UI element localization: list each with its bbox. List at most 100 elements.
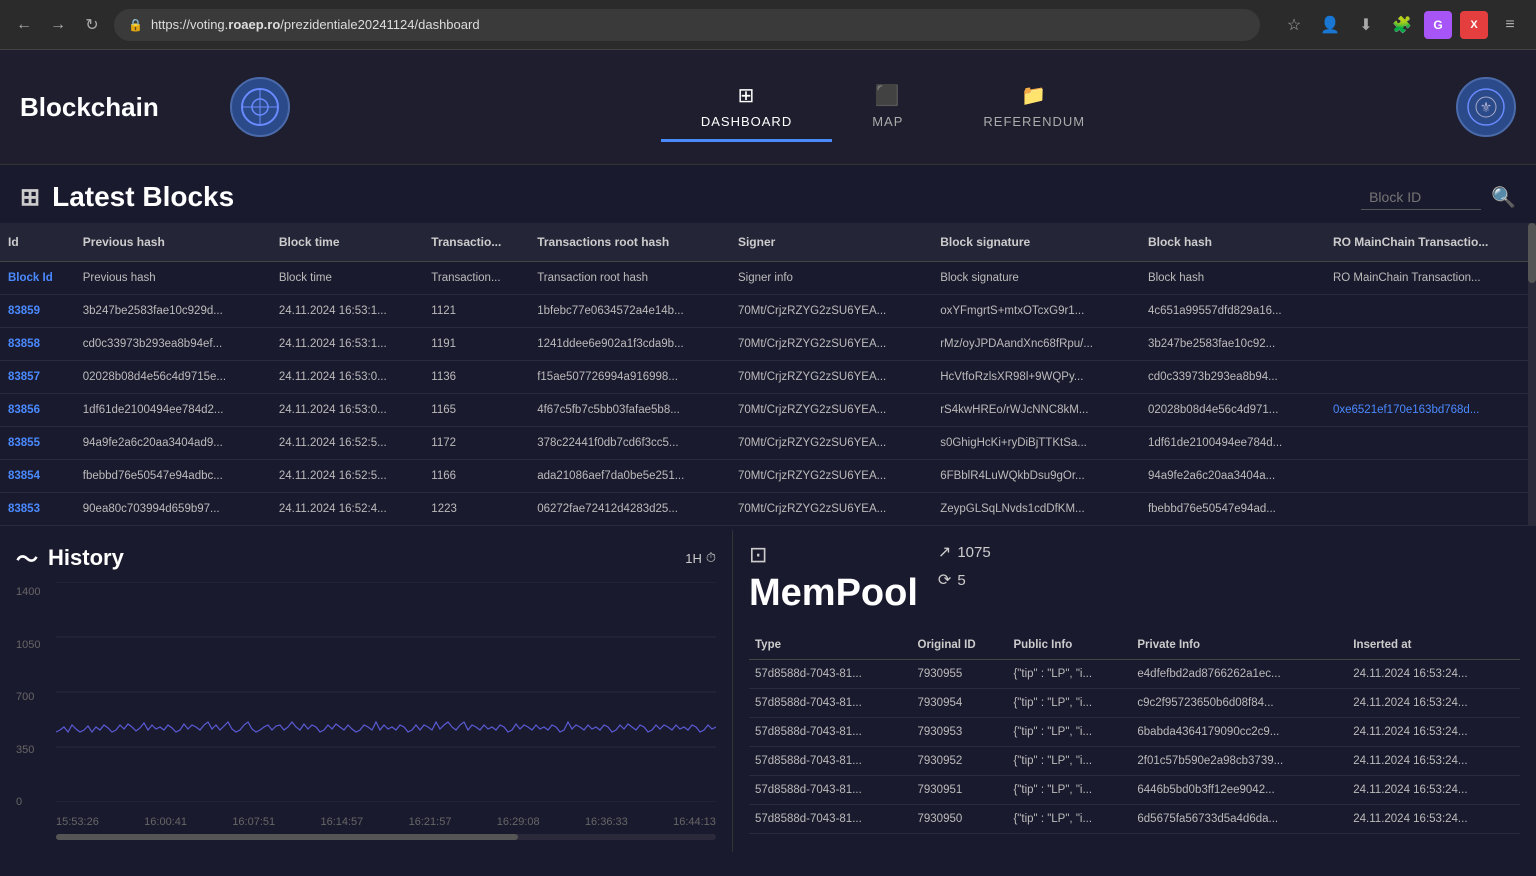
mp-cell-type: 57d8588d-7043-81... [749, 660, 912, 689]
tab-dashboard[interactable]: ⊞ DASHBOARD [661, 73, 832, 142]
x-label-0: 15:53:26 [56, 816, 99, 828]
cell-block-hash: 02028b08d4e56c4d971... [1140, 394, 1325, 427]
mempool-table-head: Type Original ID Public Info Private Inf… [749, 631, 1520, 660]
scrollbar-bottom[interactable] [56, 834, 716, 840]
profile-button[interactable]: 👤 [1316, 11, 1344, 39]
dim-cell: Block signature [932, 262, 1140, 295]
cell-signer: 70Mt/CrjzRZYG2zSU6YEA... [730, 361, 932, 394]
cell-prev-hash: 3b247be2583fae10c929d... [75, 295, 271, 328]
mp-cell-public-info: {"tip" : "LP", "i... [1007, 718, 1131, 747]
y-axis-labels: 1400 1050 700 350 0 [16, 582, 40, 812]
table-row[interactable]: 83853 90ea80c703994d659b97... 24.11.2024… [0, 493, 1536, 526]
cell-tx-root-hash: 4f67c5fb7c5bb03fafae5b8... [529, 394, 730, 427]
table-row[interactable]: 83855 94a9fe2a6c20aa3404ad9... 24.11.202… [0, 427, 1536, 460]
list-item[interactable]: 57d8588d-7043-81... 7930952 {"tip" : "LP… [749, 747, 1520, 776]
mp-col-inserted-at: Inserted at [1347, 631, 1520, 660]
cell-mainchain [1325, 361, 1536, 394]
y-label-350: 350 [16, 744, 40, 756]
main-content: ⊞ Latest Blocks 🔍 Id Previous hash Block… [0, 165, 1536, 852]
extensions-button[interactable]: 🧩 [1388, 11, 1416, 39]
cell-id: 83859 [0, 295, 75, 328]
reload-button[interactable]: ↻ [80, 13, 104, 37]
col-block-hash: Block hash [1140, 223, 1325, 262]
mempool-table-body: 57d8588d-7043-81... 7930955 {"tip" : "LP… [749, 660, 1520, 834]
x-label-7: 16:44:13 [673, 816, 716, 828]
cell-prev-hash: cd0c33973b293ea8b94ef... [75, 328, 271, 361]
list-item[interactable]: 57d8588d-7043-81... 7930954 {"tip" : "LP… [749, 689, 1520, 718]
cell-block-hash: 1df61de2100494ee784d... [1140, 427, 1325, 460]
table-row[interactable]: 83857 02028b08d4e56c4d9715e... 24.11.202… [0, 361, 1536, 394]
table-row[interactable]: 83858 cd0c33973b293ea8b94ef... 24.11.202… [0, 328, 1536, 361]
referendum-icon: 📁 [1021, 83, 1047, 108]
mempool-title: MemPool [749, 572, 918, 615]
back-button[interactable]: ← [12, 13, 36, 37]
cell-signer: 70Mt/CrjzRZYG2zSU6YEA... [730, 394, 932, 427]
history-wave-icon: 〜 [16, 542, 38, 574]
cell-transactions: 1136 [423, 361, 529, 394]
cell-mainchain [1325, 295, 1536, 328]
chart-area: 1400 1050 700 350 0 [16, 582, 716, 812]
mp-cell-original-id: 7930950 [912, 805, 1008, 834]
cell-block-hash: 3b247be2583fae10c92... [1140, 328, 1325, 361]
latest-blocks-title: Latest Blocks [52, 181, 234, 213]
scrollbar-track[interactable] [1528, 223, 1536, 526]
tab-referendum[interactable]: 📁 REFERENDUM [943, 73, 1125, 142]
map-icon: ⬛ [875, 83, 901, 108]
y-label-700: 700 [16, 691, 40, 703]
col-id: Id [0, 223, 75, 262]
url-bar[interactable]: 🔒 https://voting.roaep.ro/prezidentiale2… [114, 9, 1260, 41]
block-id-input[interactable] [1361, 185, 1481, 210]
cell-id: 83858 [0, 328, 75, 361]
cell-tx-root-hash: 378c22441f0db7cd6f3cc5... [529, 427, 730, 460]
scrollbar-bottom-thumb[interactable] [56, 834, 518, 840]
tab-map[interactable]: ⬛ MAP [832, 73, 943, 142]
x-label-4: 16:21:57 [409, 816, 452, 828]
list-item[interactable]: 57d8588d-7043-81... 7930951 {"tip" : "LP… [749, 776, 1520, 805]
list-item[interactable]: 57d8588d-7043-81... 7930953 {"tip" : "LP… [749, 718, 1520, 747]
cell-signer: 70Mt/CrjzRZYG2zSU6YEA... [730, 295, 932, 328]
mp-cell-original-id: 7930953 [912, 718, 1008, 747]
table-row[interactable]: 83854 fbebbd76e50547e94adbc... 24.11.202… [0, 460, 1536, 493]
menu-button[interactable]: ≡ [1496, 11, 1524, 39]
cell-mainchain [1325, 427, 1536, 460]
download-button[interactable]: ⬇ [1352, 11, 1380, 39]
cell-block-time: 24.11.2024 16:53:1... [271, 328, 423, 361]
list-item[interactable]: 57d8588d-7043-81... 7930950 {"tip" : "LP… [749, 805, 1520, 834]
col-mainchain: RO MainChain Transactio... [1325, 223, 1536, 262]
cell-prev-hash: 90ea80c703994d659b97... [75, 493, 271, 526]
cell-id: 83854 [0, 460, 75, 493]
search-button[interactable]: 🔍 [1491, 185, 1516, 210]
cell-mainchain [1325, 460, 1536, 493]
history-panel: 〜 History 1H ⏱ 1400 1050 700 350 0 [0, 530, 732, 852]
mempool-stats: ↗ 1075 ⟳ 5 [938, 542, 991, 598]
nav-tabs: ⊞ DASHBOARD ⬛ MAP 📁 REFERENDUM [330, 73, 1456, 142]
col-prev-hash: Previous hash [75, 223, 271, 262]
forward-button[interactable]: → [46, 13, 70, 37]
mempool-crop-icon: ⊡ [749, 542, 767, 568]
scrollbar-thumb[interactable] [1528, 223, 1536, 283]
list-item[interactable]: 57d8588d-7043-81... 7930955 {"tip" : "LP… [749, 660, 1520, 689]
y-label-1400: 1400 [16, 586, 40, 598]
blocks-table: Id Previous hash Block time Transactio..… [0, 223, 1536, 526]
mp-cell-original-id: 7930954 [912, 689, 1008, 718]
mp-cell-public-info: {"tip" : "LP", "i... [1007, 805, 1131, 834]
bookmark-button[interactable]: ☆ [1280, 11, 1308, 39]
cell-block-hash: fbebbd76e50547e94ad... [1140, 493, 1325, 526]
table-row[interactable]: 83856 1df61de2100494ee784d2... 24.11.202… [0, 394, 1536, 427]
cell-tx-root-hash: f15ae507726994a916998... [529, 361, 730, 394]
mp-cell-public-info: {"tip" : "LP", "i... [1007, 660, 1131, 689]
table-row[interactable]: 83859 3b247be2583fae10c929d... 24.11.202… [0, 295, 1536, 328]
grammarly-button[interactable]: G [1424, 11, 1452, 39]
cell-transactions: 1165 [423, 394, 529, 427]
mp-cell-inserted-at: 24.11.2024 16:53:24... [1347, 718, 1520, 747]
ext-red-button[interactable]: X [1460, 11, 1488, 39]
mp-cell-type: 57d8588d-7043-81... [749, 747, 912, 776]
timerange-button[interactable]: 1H ⏱ [685, 550, 716, 566]
x-label-2: 16:07:51 [232, 816, 275, 828]
cell-id: 83856 [0, 394, 75, 427]
cell-id: 83857 [0, 361, 75, 394]
search-bar-right: 🔍 [1361, 185, 1516, 210]
cell-transactions: 1166 [423, 460, 529, 493]
cell-prev-hash: fbebbd76e50547e94adbc... [75, 460, 271, 493]
cell-mainchain: 0xe6521ef170e163bd768d... [1325, 394, 1536, 427]
